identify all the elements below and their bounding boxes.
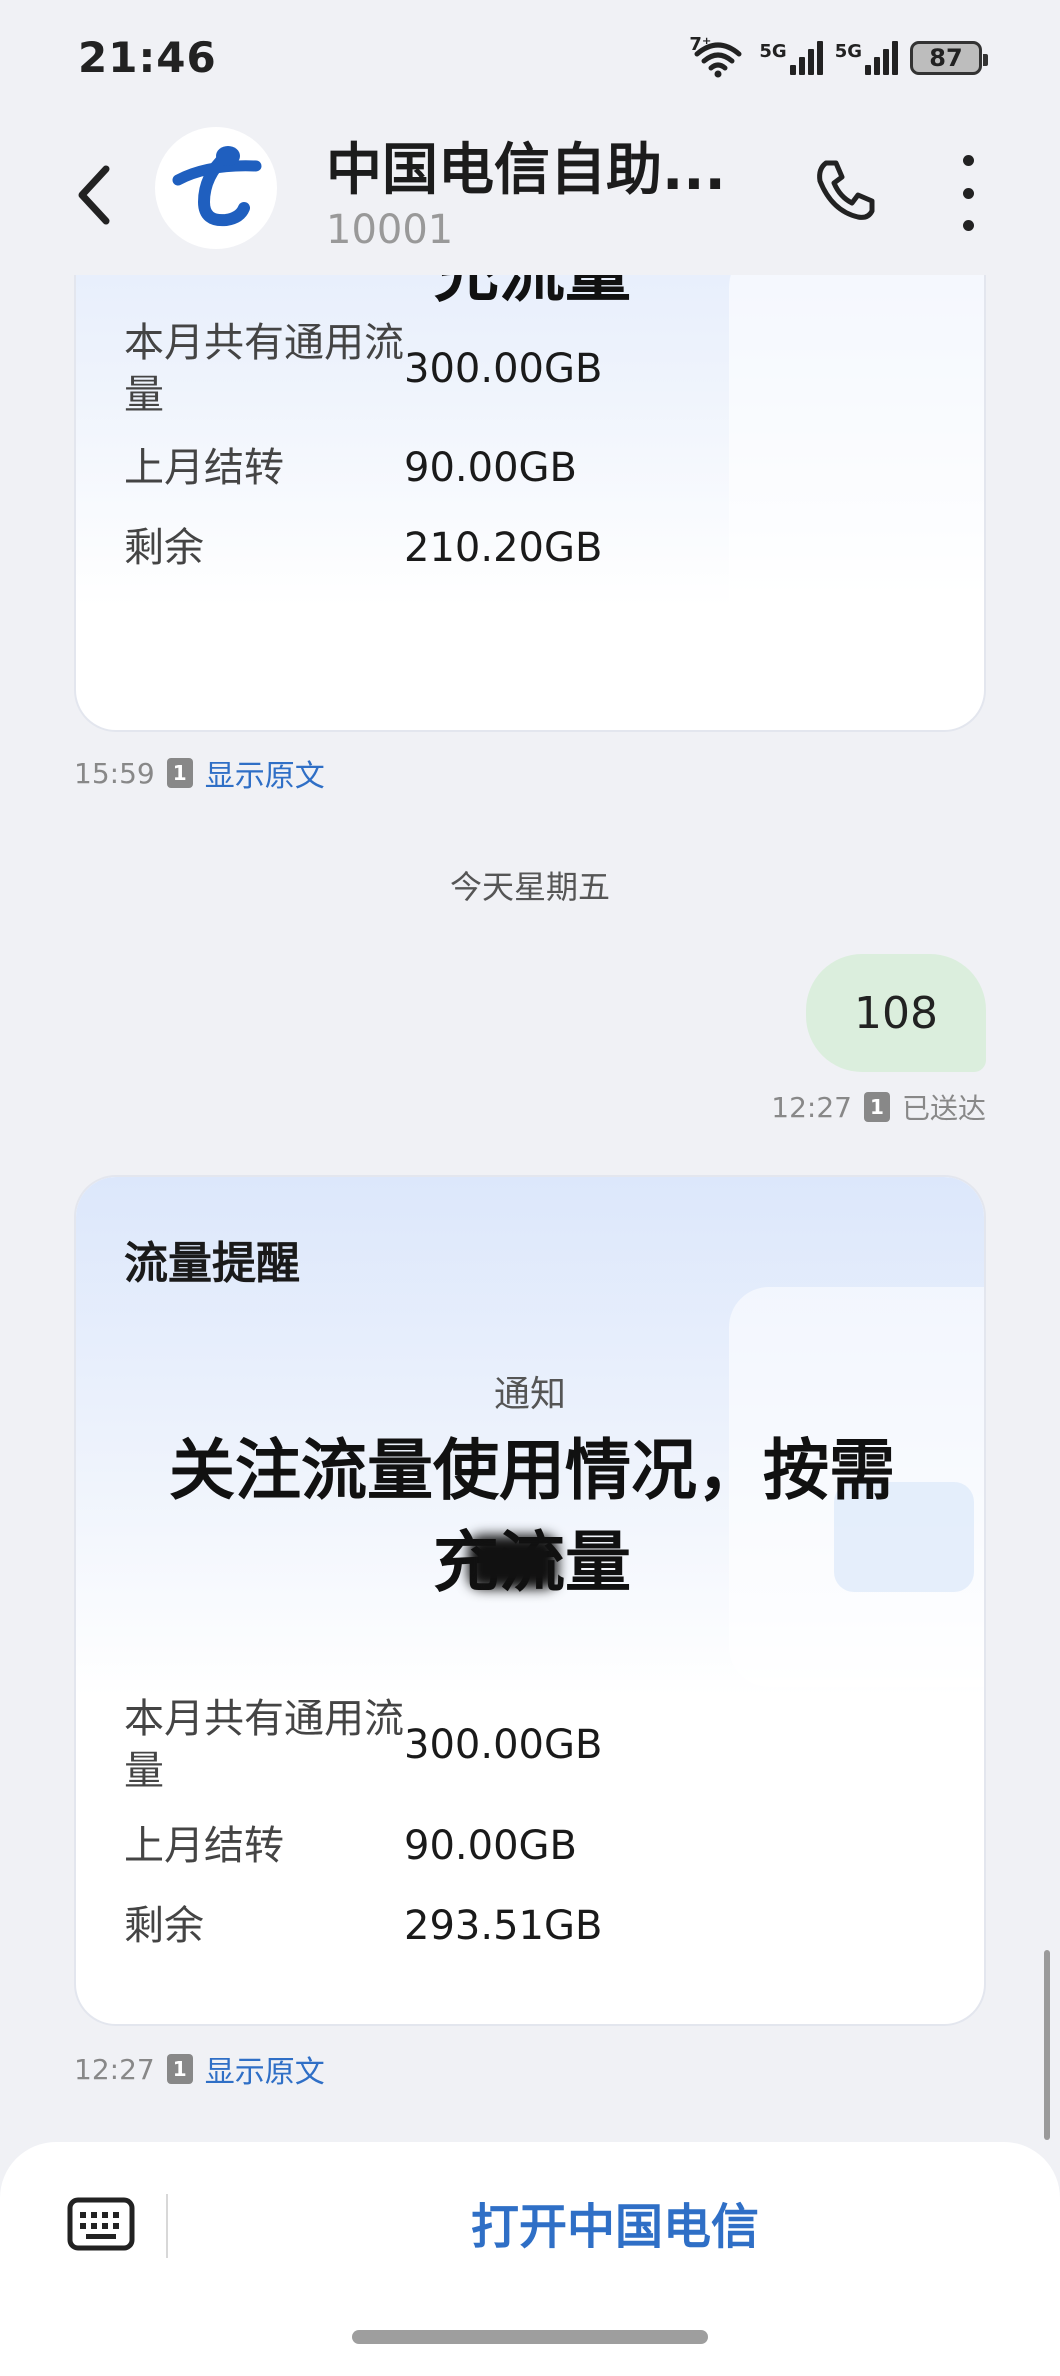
keyboard-icon [67, 2197, 135, 2251]
battery-level: 87 [929, 43, 963, 72]
row-value: 300.00GB [404, 1722, 603, 1768]
row-label: 剩余 [124, 1903, 204, 1949]
row-value: 293.51GB [404, 1903, 603, 1949]
data-row: 剩余 293.51GB [124, 1900, 944, 1952]
show-original-link[interactable]: 显示原文 [205, 2047, 325, 2091]
message-time: 15:59 [74, 756, 155, 790]
sim2-signal-icon: 5G [834, 40, 898, 75]
more-options-button[interactable] [948, 155, 988, 231]
data-row: 本月共有通用流量 300.00GB [124, 317, 944, 421]
wifi-badge: 7⁺ [689, 33, 712, 55]
delivery-status: 已送达 [901, 1092, 986, 1125]
status-bar: 21:46 7⁺ 5G 5G 87 [0, 0, 1060, 115]
data-row: 上月结转 90.00GB [124, 1820, 944, 1872]
sim2-network-label: 5G [834, 40, 862, 62]
more-dot-icon [962, 187, 974, 199]
more-dot-icon [962, 220, 974, 231]
sent-message-text: 108 [854, 987, 938, 1039]
message-card-2[interactable]: 流量提醒 通知 关注流量使用情况，按需 充流量 本月共有通用流量 300.00G… [74, 1175, 986, 2026]
date-separator: 今天星期五 [449, 868, 610, 906]
sim-icon: 1 [166, 758, 193, 788]
message-list[interactable]: 充流量 本月共有通用流量 300.00GB 上月结转 90.00GB 剩余 21… [0, 275, 1060, 2145]
scrollbar[interactable] [1044, 1950, 1050, 2140]
data-row: 本月共有通用流量 300.00GB [124, 1693, 944, 1797]
row-label: 本月共有通用流量 [124, 320, 404, 418]
card-headline: 充流量 [116, 275, 948, 319]
keyboard-toggle-button[interactable] [66, 2194, 136, 2254]
message-time: 12:27 [771, 1090, 852, 1124]
home-indicator[interactable] [352, 2330, 708, 2344]
data-row: 剩余 210.20GB [124, 522, 944, 574]
status-icons: 7⁺ 5G 5G 87 [689, 34, 988, 78]
row-value: 90.00GB [404, 1823, 577, 1869]
row-label: 上月结转 [124, 445, 284, 491]
phone-icon [817, 160, 875, 220]
card-title: 流量提醒 [124, 1238, 300, 1289]
battery-icon: 87 [910, 40, 988, 75]
avatar[interactable] [155, 127, 277, 249]
divider [166, 2194, 168, 2258]
card-headline-line-1: 关注流量使用情况，按需 [169, 1432, 895, 1509]
china-telecom-logo-icon [172, 146, 262, 227]
sim-icon: 1 [863, 1092, 890, 1122]
contact-name: 中国电信自助... [326, 138, 726, 203]
row-label: 本月共有通用流量 [124, 1696, 404, 1794]
more-dot-icon [962, 155, 974, 166]
data-row: 上月结转 90.00GB [124, 442, 944, 494]
sim1-network-label: 5G [759, 40, 787, 62]
sent-message-bubble[interactable]: 108 [806, 954, 986, 1072]
contact-number: 10001 [326, 207, 454, 253]
redaction-blur [468, 1535, 558, 1589]
row-value: 300.00GB [404, 346, 603, 392]
sent-message-meta: 12:27 1 已送达 [771, 1087, 986, 1127]
message-meta: 15:59 1 显示原文 [74, 751, 325, 795]
wifi-icon: 7⁺ [689, 34, 747, 78]
row-value: 90.00GB [404, 445, 577, 491]
row-label: 上月结转 [124, 1823, 284, 1869]
card-subtitle: 通知 [493, 1374, 566, 1415]
show-original-link[interactable]: 显示原文 [205, 751, 325, 795]
message-time: 12:27 [74, 2052, 155, 2086]
row-label: 剩余 [124, 525, 204, 571]
message-meta: 12:27 1 显示原文 [74, 2047, 325, 2091]
message-card-1[interactable]: 充流量 本月共有通用流量 300.00GB 上月结转 90.00GB 剩余 21… [74, 275, 986, 732]
sim1-signal-icon: 5G [759, 40, 823, 75]
call-button[interactable] [810, 155, 880, 225]
open-china-telecom-button[interactable]: 打开中国电信 [200, 2182, 1030, 2272]
row-value: 210.20GB [404, 525, 603, 571]
back-button[interactable] [70, 155, 120, 235]
status-time: 21:46 [78, 33, 217, 82]
sim-icon: 1 [166, 2054, 193, 2084]
chevron-left-icon [78, 165, 110, 225]
conversation-header: 中国电信自助... 10001 [0, 115, 1060, 275]
